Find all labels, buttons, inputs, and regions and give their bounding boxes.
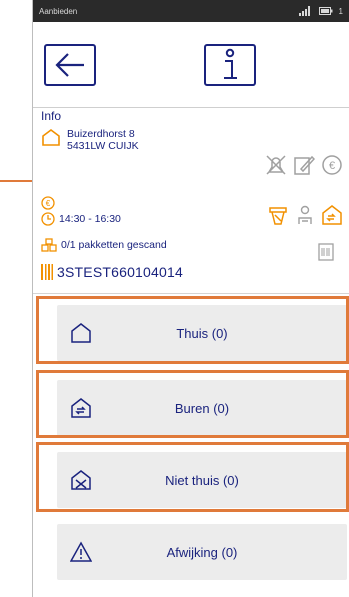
euro-icon: €: [41, 196, 55, 210]
annotation-lead-line: [0, 180, 36, 182]
info-button[interactable]: [204, 43, 256, 86]
warning-icon: [70, 541, 92, 562]
status-bar: Aanbieden 1: [33, 0, 349, 22]
buren-button[interactable]: Buren (0): [57, 380, 347, 436]
barcode-row: 3STEST660104014: [41, 264, 183, 280]
home-icon: [71, 323, 91, 343]
mailbox-icon: [269, 207, 287, 225]
scan-icon-wrap: [317, 242, 335, 267]
packages-row: 0/1 pakketten gescand: [41, 238, 167, 252]
thuis-label: Thuis (0): [176, 325, 228, 341]
time-window: 14:30 - 16:30: [59, 213, 121, 225]
person-outline-icon: [298, 205, 312, 224]
info-icon: [224, 48, 237, 79]
time-window-row: 14:30 - 16:30: [41, 212, 121, 226]
status-carrier: Aanbieden: [39, 6, 78, 16]
niet-thuis-label: Niet thuis (0): [165, 472, 239, 488]
info-heading: Info: [33, 108, 349, 124]
not-home-icon: [71, 470, 91, 490]
address-line-1: Buizerdhorst 8: [67, 128, 135, 140]
clock-icon: [41, 212, 55, 226]
neighbor-home-orange-icon: [322, 205, 342, 225]
signal-icon: [298, 6, 310, 16]
afwijking-label: Afwijking (0): [166, 544, 238, 560]
status-icons-orange: [267, 204, 343, 226]
info-panel: Buizerdhorst 8 5431LW CUIJK € € 14:30 - …: [33, 124, 349, 294]
packages-icon: [41, 238, 57, 252]
signature-icon: [294, 155, 315, 175]
phone-screen: Aanbieden 1 Info Buizerdhorst 8 5431LW C…: [32, 0, 349, 597]
back-button[interactable]: [44, 43, 96, 86]
buren-label: Buren (0): [174, 400, 230, 416]
scan-icon[interactable]: [317, 242, 335, 262]
address-block: Buizerdhorst 8 5431LW CUIJK: [41, 128, 341, 152]
status-time: 1: [338, 6, 343, 16]
status-icons-gray: €: [265, 154, 343, 176]
address-line-2: 5431LW CUIJK: [67, 140, 139, 152]
barcode-number: 3STEST660104014: [57, 264, 183, 280]
afwijking-button[interactable]: Afwijking (0): [57, 524, 347, 580]
svg-text:€: €: [329, 160, 335, 172]
app-bar: [33, 22, 349, 108]
svg-text:€: €: [46, 199, 51, 208]
packages-scanned: 0/1 pakketten gescand: [61, 239, 167, 251]
barcode-icon: [41, 264, 53, 280]
neighbor-home-icon: [71, 398, 91, 418]
home-outline-icon: [42, 129, 60, 146]
thuis-button[interactable]: Thuis (0): [57, 305, 347, 361]
crossed-bell-icon: [266, 155, 286, 175]
arrow-left-icon: [55, 52, 84, 77]
niet-thuis-button[interactable]: Niet thuis (0): [57, 452, 347, 508]
euro-circle-icon: €: [322, 155, 342, 175]
battery-icon: [318, 7, 333, 15]
